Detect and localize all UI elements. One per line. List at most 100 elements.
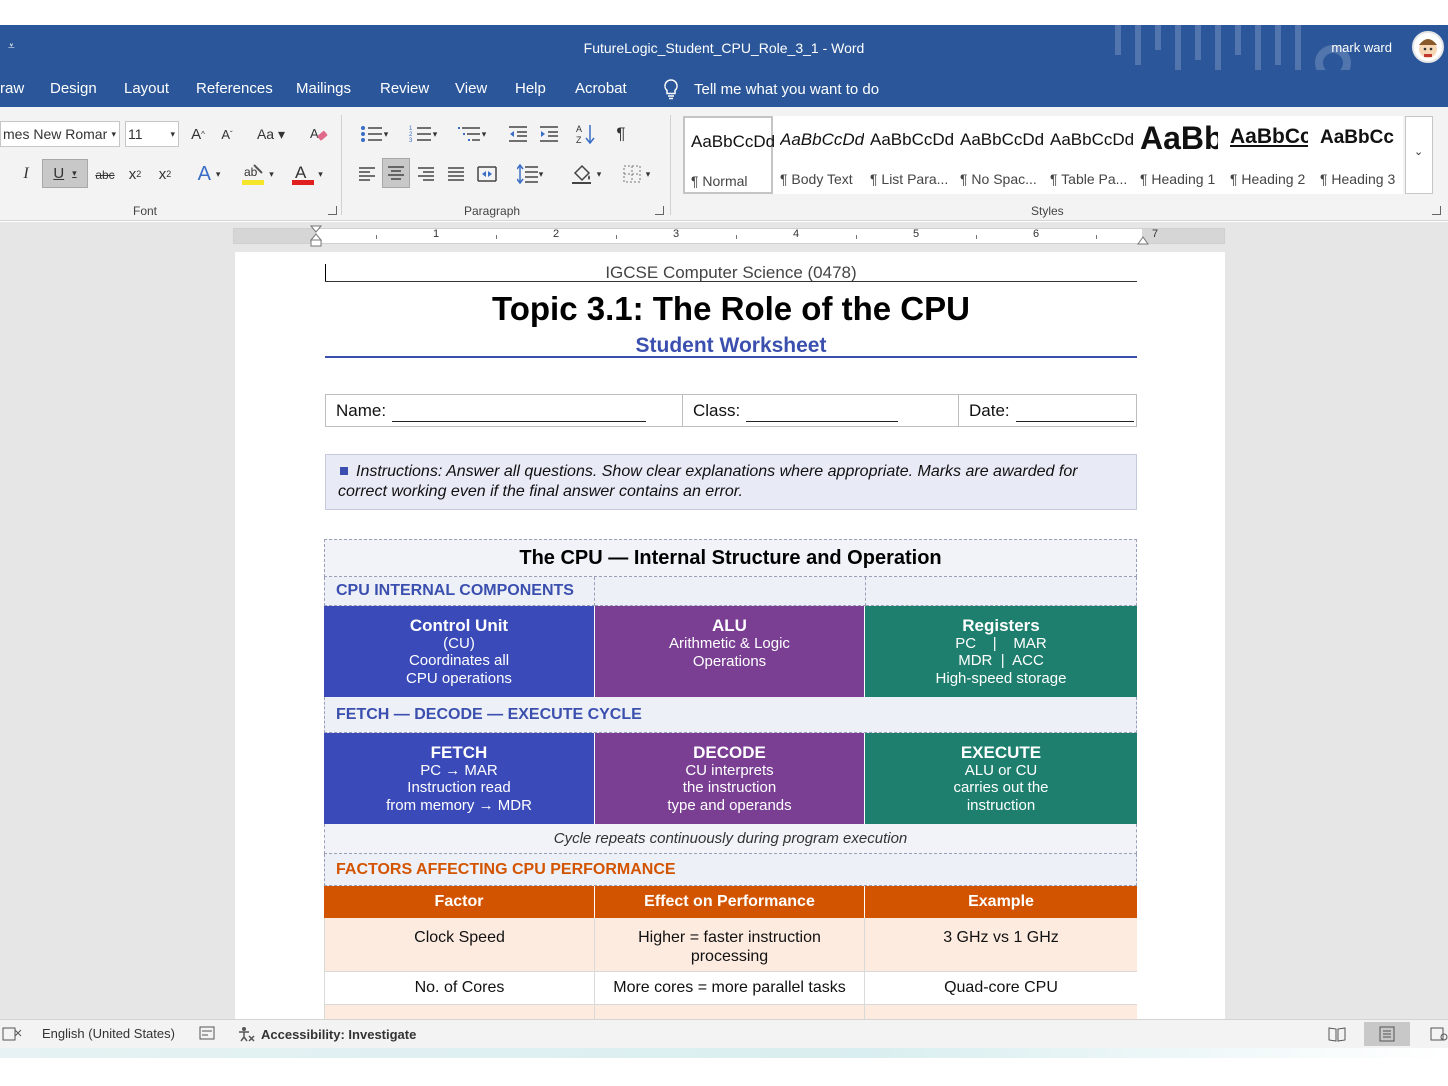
align-center-button[interactable] (382, 158, 410, 188)
style-normal[interactable]: AaBbCcDd ¶ Normal (683, 116, 775, 194)
status-bar: English (United States) Accessibility: I… (0, 1019, 1448, 1048)
align-left-button[interactable] (356, 162, 378, 186)
subscript-button[interactable]: x2 (124, 163, 146, 185)
date-label: Date: (969, 400, 1010, 420)
execute-cell: EXECUTE ALU or CU carries out the instru… (865, 733, 1137, 824)
font-name-box[interactable]: mes New Romar ▾ (0, 121, 120, 147)
multilevel-list-button[interactable]: ▾ (452, 121, 492, 147)
style-heading-1[interactable]: AaBb ¶ Heading 1 (1134, 116, 1224, 194)
web-layout-button[interactable] (1430, 1026, 1448, 1042)
date-cell[interactable]: Date: (959, 395, 1136, 426)
sort-button[interactable]: AZ (574, 121, 598, 147)
tab-review[interactable]: Review (380, 80, 429, 97)
print-layout-button[interactable] (1364, 1022, 1410, 1046)
numbering-button[interactable]: 1 2 3 ▾ (402, 121, 444, 147)
ruler-tick (496, 235, 497, 239)
components-row: Control Unit (CU) Coordinates all CPU op… (324, 606, 1137, 697)
tab-help[interactable]: Help (515, 80, 546, 97)
clear-formatting-button[interactable]: A (306, 123, 332, 145)
borders-icon (623, 165, 641, 183)
component-line: (CU) (443, 634, 475, 652)
ribbon-home: mes New Romar ▾ 11 ▾ A ^ Aˇ Aa ▾ A I U ▾ … (0, 107, 1448, 221)
svg-text:Z: Z (576, 135, 582, 145)
macro-recording-icon[interactable] (199, 1026, 215, 1040)
style-no-spacing[interactable]: AaBbCcDd ¶ No Spac... (954, 116, 1044, 194)
user-name[interactable]: mark ward (1331, 40, 1392, 55)
style-heading-2[interactable]: AaBbCc ¶ Heading 2 (1224, 116, 1314, 194)
cycle-note: Cycle repeats continuously during progra… (553, 830, 908, 847)
web-page-icon (1430, 1027, 1448, 1041)
align-left-icon (359, 167, 375, 181)
style-table-paragraph[interactable]: AaBbCcDd ¶ Table Pa... (1044, 116, 1134, 194)
component-line: CPU operations (406, 669, 512, 687)
shrink-font-button[interactable]: Aˇ (217, 123, 237, 145)
ribbon-separator (341, 115, 342, 215)
align-right-button[interactable] (415, 162, 437, 186)
tab-design[interactable]: Design (50, 80, 97, 97)
style-preview: AaBbCcDd (691, 132, 775, 151)
increase-indent-button[interactable] (537, 121, 561, 147)
highlight-color-button[interactable]: ab ▾ (238, 161, 278, 187)
language-status[interactable]: English (United States) (42, 1026, 175, 1041)
accessibility-status[interactable]: Accessibility: Investigate (237, 1026, 416, 1042)
example-cell: 3 GHz vs 1 GHz (865, 918, 1137, 971)
tab-draw[interactable]: raw (0, 80, 24, 97)
tab-mailings[interactable]: Mailings (296, 80, 351, 97)
right-indent-marker-icon[interactable] (1137, 233, 1149, 245)
stage-line: instruction (966, 796, 1036, 814)
text-effects-button[interactable]: A ▾ (190, 161, 228, 187)
tab-acrobat[interactable]: Acrobat (575, 80, 627, 97)
read-mode-button[interactable] (1328, 1026, 1346, 1042)
indent-marker-icon[interactable] (310, 225, 322, 247)
paragraph-dialog-launcher-icon[interactable] (655, 206, 664, 215)
underline-button[interactable]: U ▾ (42, 159, 88, 188)
line-spacing-button[interactable]: ▾ (510, 162, 550, 186)
stage-line: Instruction read (407, 779, 511, 797)
strikethrough-button[interactable]: abc (94, 165, 116, 185)
tab-layout[interactable]: Layout (124, 80, 169, 97)
decrease-indent-button[interactable] (506, 121, 530, 147)
outdent-icon (509, 126, 527, 142)
name-cell[interactable]: Name: (326, 395, 683, 426)
style-heading-3[interactable]: AaBbCc ¶ Heading 3 (1314, 116, 1404, 194)
table-row: No. of Cores More cores = more parallel … (324, 972, 1137, 1005)
tab-references[interactable]: References (196, 80, 273, 97)
style-body-text[interactable]: AaBbCcDd ¶ Body Text (774, 116, 864, 194)
track-changes-icon[interactable] (2, 1026, 22, 1042)
styles-dialog-launcher-icon[interactable] (1432, 206, 1441, 215)
shading-button[interactable]: ▾ (564, 162, 608, 186)
style-preview: AaBbCcDd (870, 130, 954, 149)
table-title: The CPU — Internal Structure and Operati… (519, 546, 942, 569)
superscript-button[interactable]: x2 (154, 163, 176, 185)
justify-button[interactable] (445, 162, 467, 186)
tell-me-search[interactable]: Tell me what you want to do (662, 78, 879, 100)
grow-font-button[interactable]: A ^ (188, 123, 208, 145)
document-page[interactable]: IGCSE Computer Science (0478) Topic 3.1:… (235, 252, 1225, 1019)
borders-button[interactable]: ▾ (614, 162, 658, 186)
component-title: ALU (712, 616, 747, 635)
style-list-paragraph[interactable]: AaBbCcDd ¶ List Para... (864, 116, 954, 194)
font-dialog-launcher-icon[interactable] (328, 206, 337, 215)
effect-cell (595, 1005, 865, 1019)
user-avatar[interactable] (1412, 31, 1444, 63)
change-case-button[interactable]: Aa ▾ (252, 123, 290, 145)
document-title: FutureLogic_Student_CPU_Role_3_1 - Word (583, 40, 865, 56)
style-preview: AaBbCcDd (780, 130, 864, 149)
distributed-button[interactable] (475, 162, 499, 186)
bullets-button[interactable]: ▾ (354, 121, 394, 147)
class-cell[interactable]: Class: (683, 395, 959, 426)
font-color-button[interactable]: A ▾ (286, 161, 328, 187)
horizontal-ruler[interactable]: 1 2 3 4 5 6 7 (233, 225, 1225, 247)
show-formatting-button[interactable]: ¶ (610, 121, 632, 147)
name-blank (392, 406, 647, 422)
italic-button[interactable]: I (16, 163, 36, 185)
tab-view[interactable]: View (455, 80, 487, 97)
font-size-box[interactable]: 11 ▾ (125, 121, 179, 147)
styles-more-button[interactable]: ⌄ (1405, 116, 1433, 194)
styles-group-label: Styles (1031, 204, 1064, 218)
subtitle-rule (325, 356, 1137, 358)
class-blank (746, 406, 899, 422)
stage-line: type and operands (667, 796, 792, 814)
stage-line: the instruction (682, 779, 777, 797)
style-name: ¶ Normal (691, 173, 748, 189)
